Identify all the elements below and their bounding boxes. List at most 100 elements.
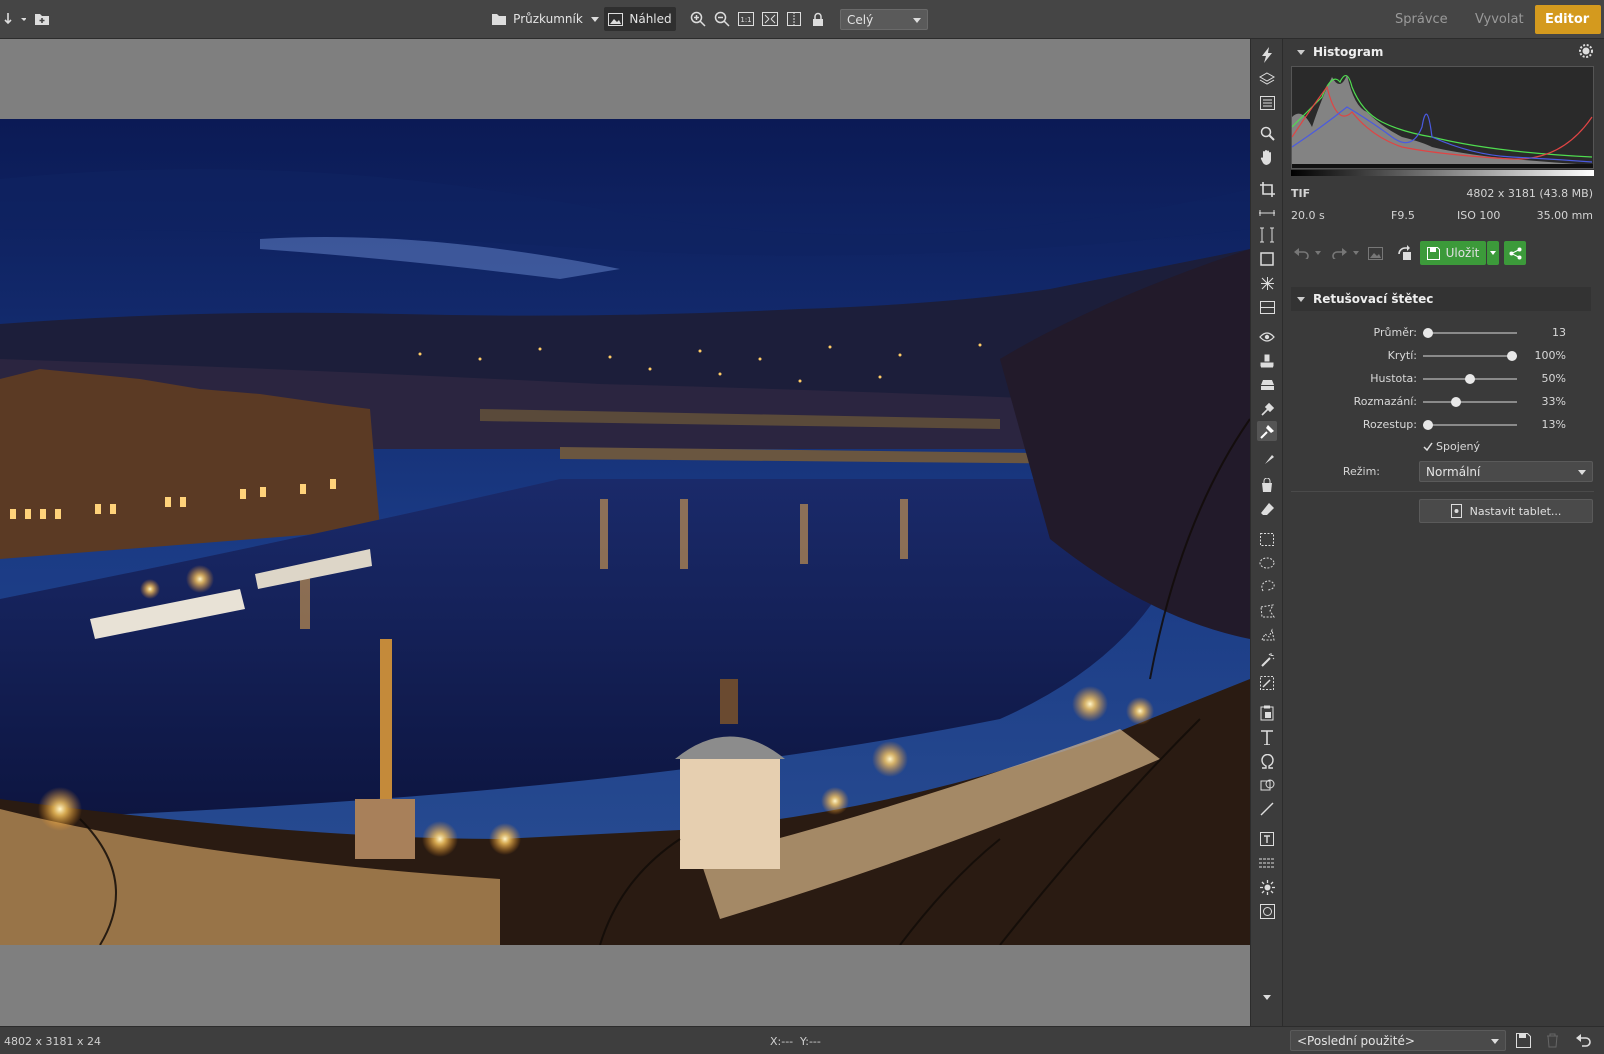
redo-dropdown-icon[interactable] — [1351, 243, 1361, 263]
histogram-settings-icon[interactable] — [1579, 44, 1593, 58]
red-eye-icon[interactable] — [1257, 327, 1277, 347]
file-format: TIF — [1291, 187, 1311, 200]
tab-editor-label: Editor — [1545, 12, 1590, 27]
clone-stamp-icon[interactable] — [1257, 351, 1277, 371]
original-icon[interactable] — [1365, 243, 1385, 263]
fill-bucket-icon[interactable] — [1257, 475, 1277, 495]
heal-brush-icon[interactable] — [1257, 399, 1277, 419]
shift-icon[interactable] — [1257, 297, 1277, 317]
undo-icon[interactable] — [1291, 243, 1311, 263]
rect-select-icon[interactable] — [1257, 529, 1277, 549]
photo-image — [0, 119, 1250, 945]
feather-slider[interactable] — [1423, 397, 1517, 407]
delete-preset-icon[interactable] — [1546, 1033, 1562, 1049]
image-canvas[interactable] — [0, 39, 1250, 1026]
chevron-down-icon[interactable] — [1257, 987, 1277, 1007]
tab-develop[interactable]: Vyvolat — [1465, 5, 1534, 34]
divider — [1291, 491, 1594, 492]
hand-icon[interactable] — [1257, 147, 1277, 167]
add-folder-icon[interactable] — [32, 7, 52, 31]
opacity-slider[interactable] — [1423, 351, 1517, 361]
text-icon[interactable] — [1257, 727, 1277, 747]
gradient-icon[interactable] — [1257, 853, 1277, 873]
tab-manager[interactable]: Správce — [1385, 5, 1458, 34]
layers-icon[interactable] — [1257, 69, 1277, 89]
actual-size-icon[interactable]: 1:1 — [736, 7, 756, 31]
explorer-label: Průzkumník — [513, 12, 583, 26]
focal-length: 35.00 mm — [1536, 209, 1593, 222]
explorer-button[interactable]: Průzkumník — [490, 7, 600, 31]
rotate-left-icon[interactable] — [1395, 243, 1415, 263]
feather-knob[interactable] — [1451, 397, 1461, 407]
mode-select[interactable]: Normální — [1419, 461, 1593, 482]
top-toolbar: Průzkumník Náhled 1:1 Celý Správce Vyvol… — [0, 0, 1604, 39]
chevron-down-icon — [590, 16, 599, 22]
eraser-stamp-icon[interactable] — [1257, 375, 1277, 395]
spacing-knob[interactable] — [1423, 420, 1433, 430]
straighten-icon[interactable] — [1257, 203, 1277, 223]
lock-icon[interactable] — [808, 7, 828, 31]
histogram-header[interactable]: Histogram — [1291, 40, 1591, 64]
perspective-icon[interactable] — [1257, 225, 1277, 245]
density-knob[interactable] — [1465, 374, 1475, 384]
save-button[interactable]: Uložit — [1420, 241, 1486, 265]
eraser-icon[interactable] — [1257, 499, 1277, 519]
resize-icon[interactable] — [1257, 249, 1277, 269]
diameter-slider[interactable] — [1423, 328, 1517, 338]
connected-label: Spojený — [1436, 440, 1480, 453]
zoom-out-icon[interactable] — [712, 7, 732, 31]
save-dropdown-button[interactable] — [1487, 241, 1499, 265]
recent-presets-select[interactable]: <Poslední použité> — [1290, 1030, 1506, 1051]
mode-value: Normální — [1426, 464, 1481, 479]
ellipse-select-icon[interactable] — [1257, 553, 1277, 573]
selection-brush-icon[interactable] — [1257, 673, 1277, 693]
opacity-value: 100% — [1534, 349, 1566, 362]
preview-button[interactable]: Náhled — [604, 7, 676, 31]
histogram-title: Histogram — [1313, 45, 1384, 59]
magnetic-lasso-icon[interactable] — [1257, 625, 1277, 645]
watermark-icon[interactable] — [1257, 829, 1277, 849]
tool-strip — [1250, 39, 1283, 1026]
adjust-list-icon[interactable] — [1257, 93, 1277, 113]
crop-icon[interactable] — [1257, 179, 1277, 199]
transform-icon[interactable] — [1257, 273, 1277, 293]
histogram-graph — [1291, 66, 1594, 169]
zoom-in-icon[interactable] — [688, 7, 708, 31]
frame-icon[interactable] — [1257, 901, 1277, 921]
effect-icon[interactable] — [1257, 877, 1277, 897]
density-slider[interactable] — [1423, 374, 1517, 384]
image-info: 4802 x 3181 x 24 — [4, 1035, 101, 1048]
opacity-knob[interactable] — [1507, 351, 1517, 361]
line-icon[interactable] — [1257, 799, 1277, 819]
lasso-icon[interactable] — [1257, 577, 1277, 597]
zoom-select[interactable]: Celý — [840, 9, 928, 30]
connected-checkbox[interactable]: Spojený — [1423, 440, 1480, 453]
exposure-time: 20.0 s — [1291, 209, 1325, 222]
undo-dropdown-icon[interactable] — [1313, 243, 1323, 263]
diameter-knob[interactable] — [1423, 328, 1433, 338]
share-button[interactable] — [1504, 241, 1526, 265]
fit-icon[interactable] — [760, 7, 780, 31]
magic-wand-icon[interactable] — [1257, 649, 1277, 669]
polygon-lasso-icon[interactable] — [1257, 601, 1277, 621]
zoom-icon[interactable] — [1257, 123, 1277, 143]
paste-icon[interactable] — [1257, 703, 1277, 723]
spacing-slider[interactable] — [1423, 420, 1517, 430]
spacing-slider-row: Rozestup: 13% — [1283, 415, 1604, 435]
save-preset-icon[interactable] — [1516, 1033, 1532, 1049]
reset-icon[interactable] — [1576, 1033, 1594, 1049]
compare-icon[interactable] — [784, 7, 804, 31]
tablet-settings-button[interactable]: Nastavit tablet... — [1419, 499, 1593, 523]
retouch-brush-icon[interactable] — [1257, 421, 1277, 441]
chevron-down-icon — [1491, 1038, 1499, 1044]
retouch-brush-header[interactable]: Retušovací štětec — [1291, 287, 1591, 311]
paint-brush-icon[interactable] — [1257, 451, 1277, 471]
symbol-icon[interactable] — [1257, 751, 1277, 771]
opacity-label: Krytí: — [1387, 349, 1417, 362]
import-arrow-icon[interactable] — [2, 7, 28, 31]
redo-icon[interactable] — [1329, 243, 1349, 263]
chevron-down-icon — [1490, 251, 1496, 255]
tab-editor[interactable]: Editor — [1535, 5, 1601, 34]
quick-fix-icon[interactable] — [1257, 45, 1277, 65]
shape-icon[interactable] — [1257, 775, 1277, 795]
